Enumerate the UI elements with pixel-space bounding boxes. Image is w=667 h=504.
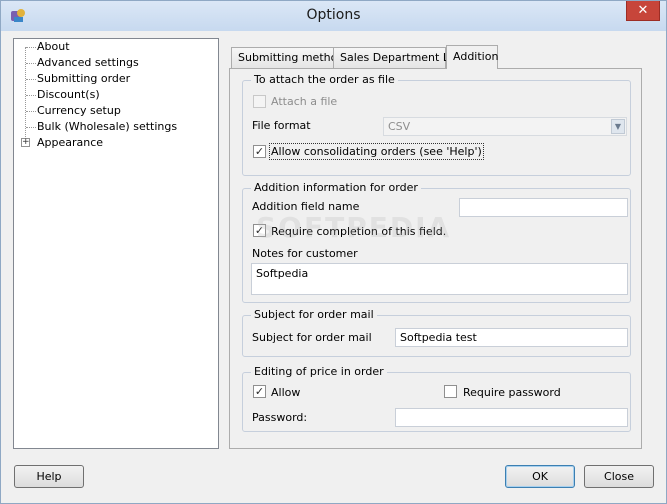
group-title: To attach the order as file (251, 73, 398, 86)
close-button[interactable]: Close (584, 465, 654, 488)
allow-price-edit-checkbox[interactable]: ✓ (253, 385, 266, 398)
file-format-select[interactable]: CSV ▼ (383, 117, 627, 136)
tab-addition[interactable]: Addition (446, 45, 498, 69)
addition-field-name-label: Addition field name (252, 200, 360, 213)
tree-item-label: Advanced settings (37, 56, 139, 69)
allow-label: Allow (271, 386, 301, 399)
require-password-label: Require password (463, 386, 561, 399)
tree-branch (26, 47, 36, 48)
allow-consolidating-checkbox[interactable]: ✓ (253, 145, 266, 158)
tab-submitting-method[interactable]: Submitting method (231, 47, 344, 68)
group-title: Subject for order mail (251, 308, 377, 321)
notes-for-customer-label: Notes for customer (252, 247, 358, 260)
tree-item-label: Submitting order (37, 72, 131, 85)
options-tree[interactable]: About Advanced settings Submitting order… (13, 38, 219, 449)
addition-info-group: Addition information for order Addition … (242, 181, 631, 303)
tree-branch (26, 79, 36, 80)
attach-order-group: To attach the order as file Attach a fil… (242, 73, 631, 176)
tree-item-label: Bulk (Wholesale) settings (37, 120, 178, 133)
group-title: Addition information for order (251, 181, 421, 194)
title-bar[interactable]: Options ✕ (1, 1, 666, 31)
tree-item-label: Appearance (37, 136, 104, 149)
tree-branch (26, 127, 36, 128)
subject-input[interactable]: Softpedia test (395, 328, 628, 347)
chevron-down-icon[interactable]: ▼ (611, 119, 625, 134)
price-editing-group: Editing of price in order ✓ Allow Requir… (242, 365, 631, 432)
tree-item-label: Currency setup (37, 104, 121, 117)
window-close-button[interactable]: ✕ (626, 1, 660, 21)
tree-branch (26, 95, 36, 96)
subject-label: Subject for order mail (252, 331, 372, 344)
require-password-checkbox[interactable] (444, 385, 457, 398)
window-title: Options (306, 7, 361, 23)
tab-sales-department-list[interactable]: Sales Department List (333, 47, 462, 68)
tree-branch (26, 111, 36, 112)
tree-item-label: Discount(s) (37, 88, 100, 101)
attach-file-label: Attach a file (271, 95, 338, 108)
addition-field-name-input[interactable] (459, 198, 628, 217)
expand-plus-icon[interactable]: + (21, 138, 30, 147)
group-title: Editing of price in order (251, 365, 387, 378)
password-input[interactable] (395, 408, 628, 427)
file-format-label: File format (252, 119, 311, 132)
options-window: Options ✕ About Advanced settings Submit… (0, 0, 667, 504)
attach-file-checkbox[interactable] (253, 95, 266, 108)
tree-branch (26, 63, 36, 64)
client-area: About Advanced settings Submitting order… (1, 31, 666, 503)
help-button[interactable]: Help (14, 465, 84, 488)
require-completion-checkbox[interactable]: ✓ (253, 224, 266, 237)
allow-consolidating-label: Allow consolidating orders (see 'Help') (269, 143, 484, 160)
notes-for-customer-textarea[interactable]: Softpedia (251, 263, 628, 295)
ok-button[interactable]: OK (505, 465, 575, 488)
password-label: Password: (252, 411, 308, 424)
addition-tab-panel: To attach the order as file Attach a fil… (229, 68, 642, 449)
require-completion-label: Require completion of this field. (271, 225, 447, 238)
subject-group: Subject for order mail Subject for order… (242, 308, 631, 357)
file-format-value: CSV (388, 120, 411, 133)
tree-item-label: About (37, 40, 70, 53)
